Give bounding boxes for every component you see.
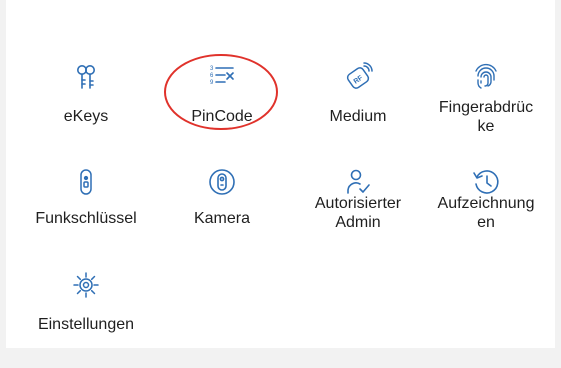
camera-icon <box>205 165 239 199</box>
tile-fingerprint[interactable]: Fingerabdrüc ke <box>418 60 554 160</box>
tile-funkschluessel[interactable]: Funkschlüssel <box>18 165 154 265</box>
tile-label: eKeys <box>63 108 109 125</box>
key-icon <box>69 60 103 94</box>
tile-ekeys[interactable]: eKeys <box>18 60 154 160</box>
remote-fob-icon <box>69 165 103 199</box>
tile-admin[interactable]: Autorisierter Admin <box>290 165 426 265</box>
tile-label: Kamera <box>193 210 251 227</box>
tile-label: Fingerabdrüc ke <box>438 99 534 135</box>
tile-label: Medium <box>329 108 387 125</box>
feature-grid-panel: eKeys 3 6 9 PinCode RF Medium Fingerabdr… <box>6 0 555 348</box>
tile-label: Autorisierter Admin <box>314 195 402 231</box>
svg-text:3: 3 <box>210 66 214 72</box>
svg-text:6: 6 <box>210 73 214 79</box>
tile-label: Aufzeichnung en <box>437 195 535 231</box>
tile-kamera[interactable]: Kamera <box>154 165 290 265</box>
tile-aufzeichnungen[interactable]: Aufzeichnung en <box>418 165 554 265</box>
tile-label: Funkschlüssel <box>35 210 137 227</box>
tile-einstellungen[interactable]: Einstellungen <box>18 268 154 368</box>
gear-icon <box>69 268 103 302</box>
tile-label: Einstellungen <box>37 316 135 333</box>
rfid-tag-icon: RF <box>341 60 375 94</box>
svg-text:9: 9 <box>210 80 214 86</box>
tile-medium[interactable]: RF Medium <box>290 60 426 160</box>
tile-label: PinCode <box>191 108 253 125</box>
tile-pincode[interactable]: 3 6 9 PinCode <box>154 60 290 160</box>
fingerprint-icon <box>469 60 503 94</box>
pincode-list-icon: 3 6 9 <box>205 60 239 94</box>
